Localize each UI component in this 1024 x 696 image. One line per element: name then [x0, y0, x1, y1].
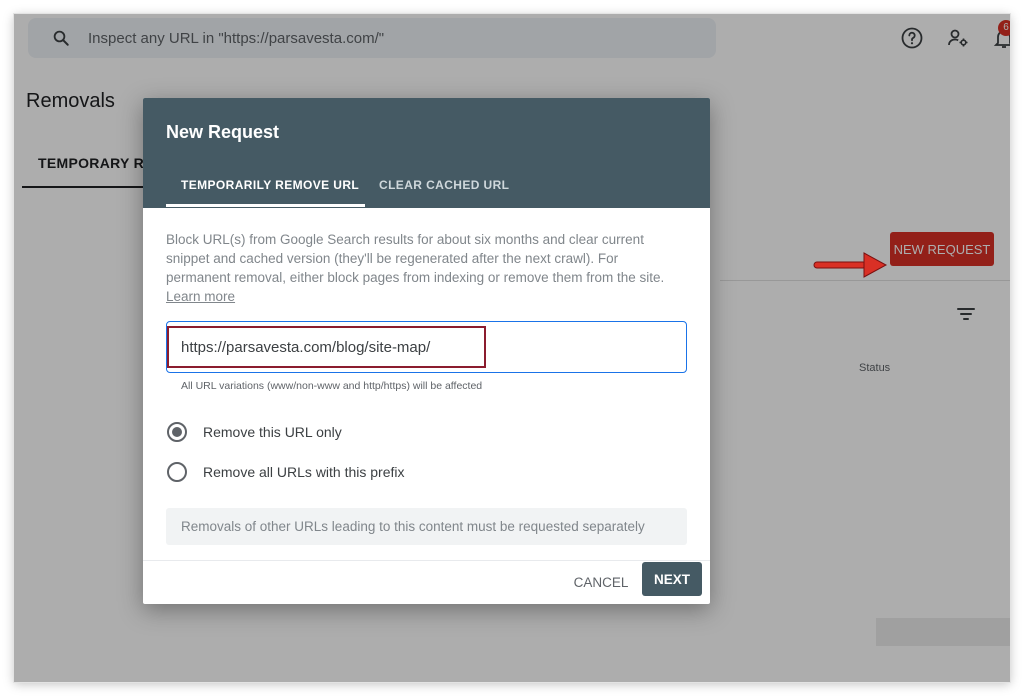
option-remove-prefix[interactable]: Remove all URLs with this prefix: [167, 462, 405, 482]
dialog-description: Block URL(s) from Google Search results …: [166, 230, 686, 306]
url-input[interactable]: [181, 323, 671, 371]
dialog-title: New Request: [166, 122, 280, 142]
annotation-arrow-icon: [813, 252, 888, 278]
next-button[interactable]: NEXT: [642, 562, 702, 596]
radio-checked[interactable]: [167, 422, 187, 442]
tab-temporarily-remove-url[interactable]: TEMPORARILY REMOVE URL: [181, 178, 359, 192]
new-request-dialog: New Request TEMPORARILY REMOVE URL CLEAR…: [143, 98, 710, 604]
learn-more-link[interactable]: Learn more: [166, 289, 235, 304]
url-field[interactable]: [166, 321, 687, 373]
option-remove-url-only[interactable]: Remove this URL only: [167, 422, 342, 442]
cancel-button[interactable]: CANCEL: [567, 566, 635, 598]
url-hint: All URL variations (www/non-www and http…: [181, 380, 483, 392]
browser-frame: 6 Removals TEMPORARY REM NEW REQUEST Sta…: [14, 14, 1010, 682]
tab-clear-cached-url[interactable]: CLEAR CACHED URL: [379, 178, 509, 192]
active-tab-indicator: [166, 204, 365, 207]
option-label: Remove all URLs with this prefix: [203, 464, 405, 480]
info-note: Removals of other URLs leading to this c…: [166, 508, 687, 545]
description-text: Block URL(s) from Google Search results …: [166, 232, 665, 285]
radio-unchecked[interactable]: [167, 462, 187, 482]
dialog-footer-divider: [143, 560, 710, 561]
dialog-header: New Request TEMPORARILY REMOVE URL CLEAR…: [143, 98, 710, 208]
option-label: Remove this URL only: [203, 424, 342, 440]
